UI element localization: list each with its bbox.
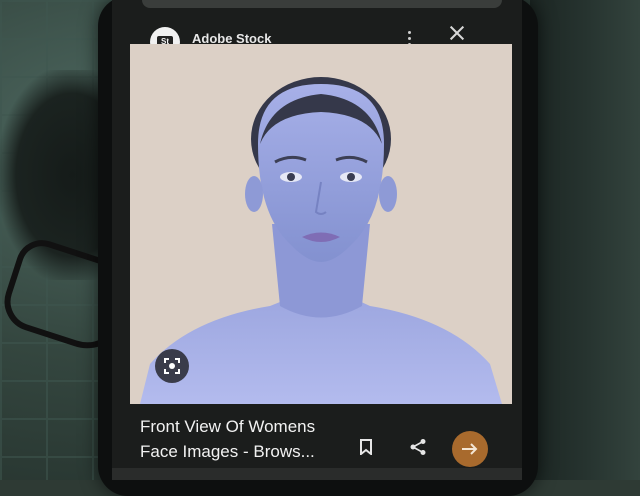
bottom-edge bbox=[112, 468, 522, 480]
close-icon[interactable] bbox=[446, 22, 468, 44]
result-title[interactable]: Front View Of Womens Face Images - Brows… bbox=[140, 414, 340, 464]
result-title-line2: Face Images - Brows... bbox=[140, 442, 315, 461]
portrait-image bbox=[130, 44, 512, 404]
result-title-line1: Front View Of Womens bbox=[140, 417, 316, 436]
share-icon[interactable] bbox=[404, 433, 432, 461]
result-image[interactable] bbox=[130, 44, 512, 404]
arrow-right-icon[interactable] bbox=[452, 431, 488, 467]
phone-screen: St Adobe Stock Front View Of Womens Face… bbox=[112, 0, 522, 480]
lens-search-icon[interactable] bbox=[155, 349, 189, 383]
status-strip bbox=[142, 0, 502, 8]
background-right-shadow bbox=[530, 0, 640, 480]
bookmark-icon[interactable] bbox=[352, 433, 380, 461]
